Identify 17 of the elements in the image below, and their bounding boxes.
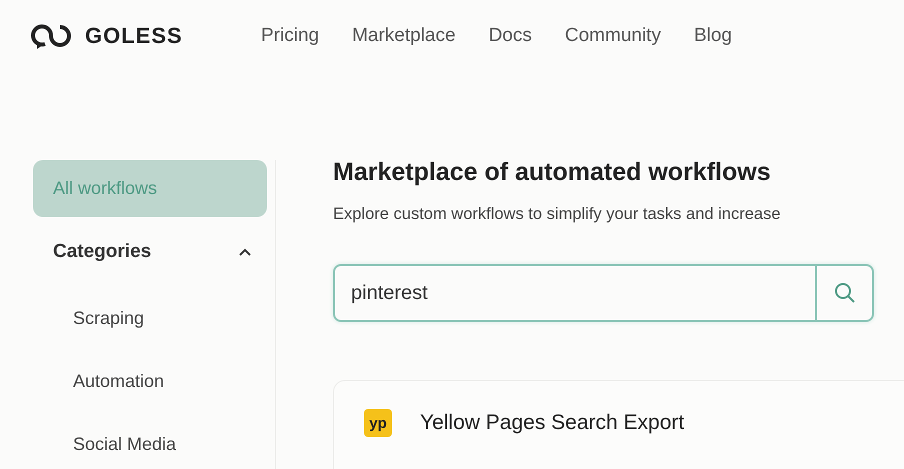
nav-link[interactable]: Pricing [261, 25, 320, 47]
nav-link[interactable]: Blog [694, 25, 732, 47]
categories-header[interactable]: Categories [33, 217, 275, 287]
logo-text: GOLESS [85, 23, 183, 49]
category-link[interactable]: Automation [73, 371, 164, 392]
search-field[interactable]: pinterest [333, 264, 874, 322]
category-link[interactable]: Social Media [73, 434, 176, 455]
nav-link[interactable]: Community [564, 25, 661, 47]
logo-badge: yp [364, 409, 392, 437]
workflow-title: Yellow Pages Search Export [420, 411, 684, 435]
page-subtitle: Explore custom workflows to simplify your tasks and increase [333, 205, 782, 224]
category-link[interactable]: Scraping [73, 308, 144, 329]
workflow-card[interactable]: yp Yellow Pages Search Export [333, 380, 904, 469]
categories-label: Categories [53, 241, 152, 263]
nav-link[interactable]: Docs [488, 25, 532, 47]
nav-link[interactable]: Marketplace [352, 25, 456, 47]
page-title: Marketplace of automated workflows [333, 158, 772, 187]
